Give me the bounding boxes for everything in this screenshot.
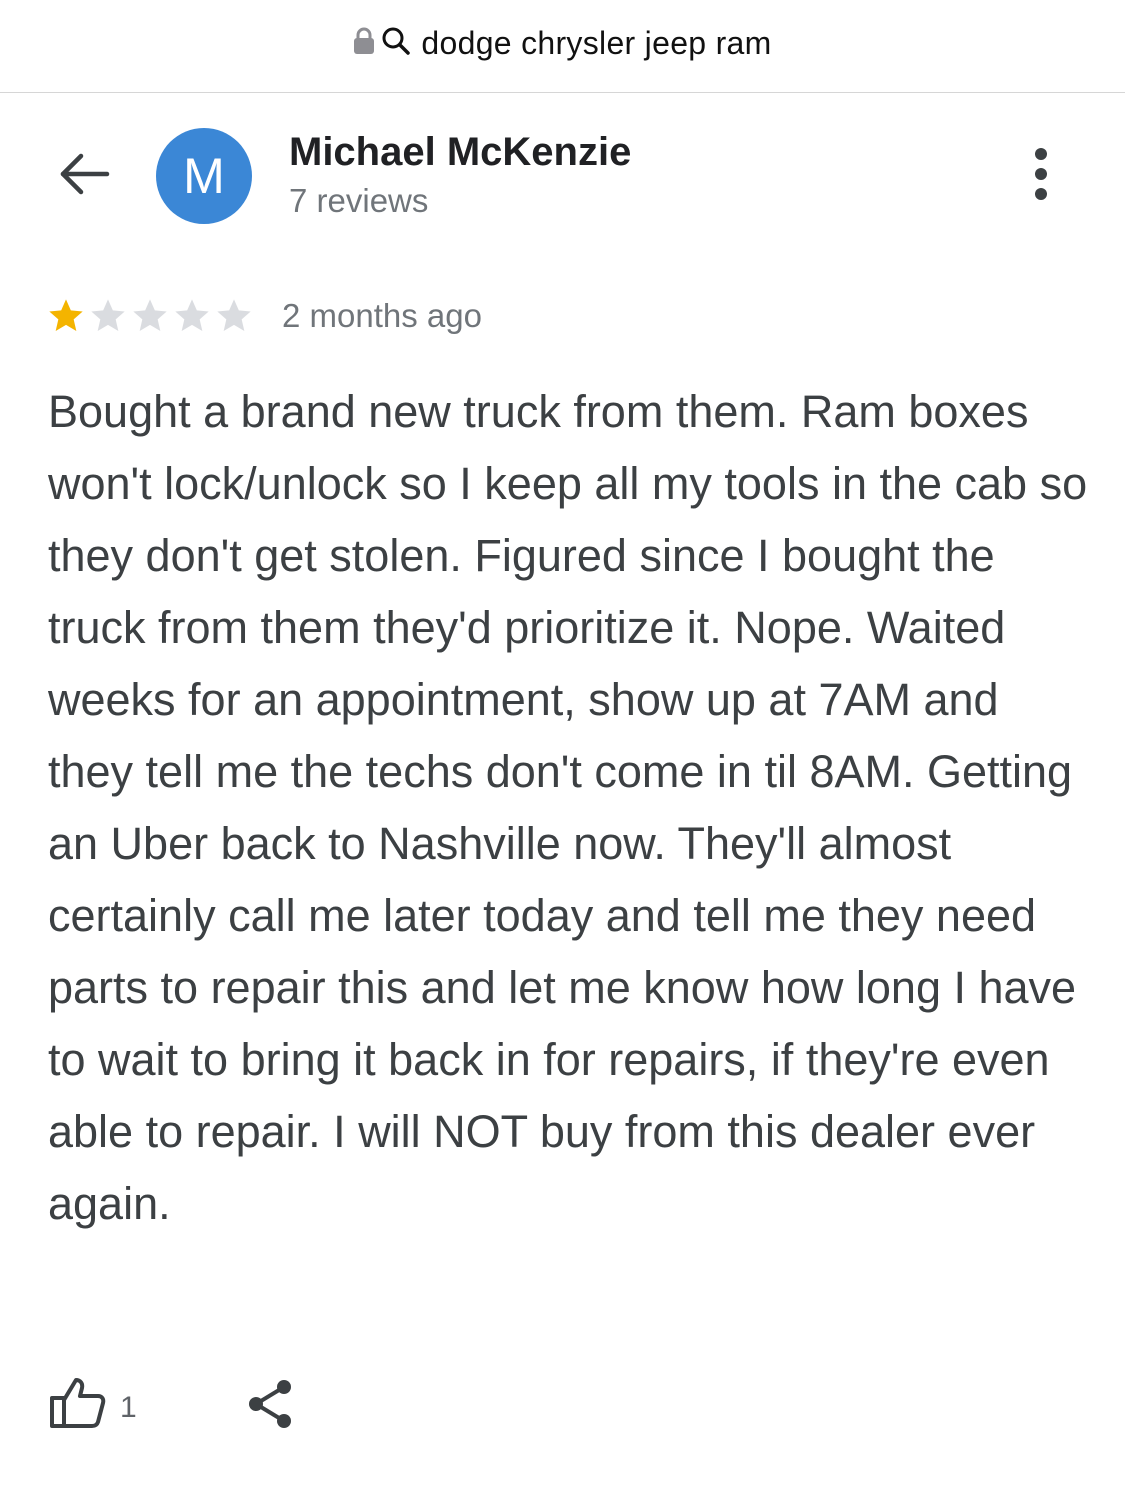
like-button[interactable]: 1 bbox=[48, 1374, 137, 1435]
review-text: Bought a brand new truck from them. Ram … bbox=[48, 386, 1088, 1229]
review-date: 2 months ago bbox=[282, 297, 482, 334]
rating-row: 2 months ago bbox=[46, 296, 482, 336]
back-button[interactable] bbox=[54, 146, 114, 206]
url-text: dodge chrysler jeep ram bbox=[421, 24, 772, 61]
address-bar-content: dodge chrysler jeep ram bbox=[353, 25, 771, 62]
like-count: 1 bbox=[120, 1390, 137, 1424]
arrow-left-icon bbox=[57, 152, 111, 201]
avatar-letter: M bbox=[183, 148, 225, 204]
star-empty-icon bbox=[175, 299, 209, 331]
more-vertical-icon bbox=[1031, 146, 1051, 207]
avatar[interactable]: M bbox=[156, 128, 252, 224]
lock-icon bbox=[353, 27, 375, 60]
star-empty-icon bbox=[91, 299, 125, 331]
share-button[interactable] bbox=[240, 1376, 300, 1436]
star-empty-icon bbox=[133, 299, 167, 331]
star-rating bbox=[46, 296, 254, 336]
search-icon bbox=[381, 26, 411, 61]
more-options-button[interactable] bbox=[1016, 146, 1066, 206]
star-empty-icon bbox=[217, 299, 251, 331]
author-review-count: 7 reviews bbox=[289, 182, 429, 219]
author-name[interactable]: Michael McKenzie bbox=[289, 130, 631, 175]
star-filled-icon bbox=[49, 299, 83, 331]
thumbs-up-icon bbox=[48, 1374, 106, 1435]
address-bar[interactable]: dodge chrysler jeep ram bbox=[0, 0, 1125, 93]
share-icon bbox=[244, 1376, 296, 1437]
